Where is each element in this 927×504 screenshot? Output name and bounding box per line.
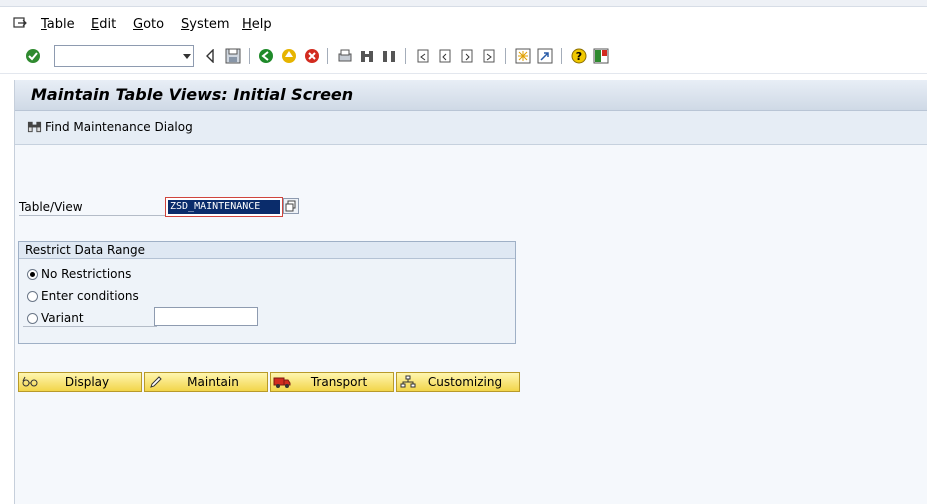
customizing-button[interactable]: Customizing	[396, 372, 520, 392]
toolbar-separator	[249, 48, 250, 64]
radio-no-restrictions[interactable]: No Restrictions	[27, 267, 131, 281]
group-header: Restrict Data Range	[19, 242, 515, 259]
find-icon[interactable]	[358, 47, 376, 65]
help-icon[interactable]: ?	[570, 47, 588, 65]
menu-goto[interactable]: Goto	[133, 17, 164, 32]
previous-page-icon[interactable]	[436, 47, 454, 65]
radio-button[interactable]	[27, 290, 38, 302]
find-maintenance-dialog-label: Find Maintenance Dialog	[45, 119, 193, 134]
radio-label: No Restrictions	[41, 267, 132, 281]
value-help-icon	[285, 200, 296, 212]
display-button[interactable]: Display	[18, 372, 142, 392]
display-label: Display	[64, 375, 110, 389]
title-bar: Maintain Table Views: Initial Screen	[15, 80, 927, 111]
next-page-icon[interactable]	[458, 47, 476, 65]
toolbar-separator	[405, 48, 406, 64]
radio-button[interactable]	[27, 268, 38, 280]
menu-edit[interactable]: Edit	[91, 17, 116, 32]
menu-help[interactable]: Help	[242, 17, 272, 32]
collapse-arrow-icon[interactable]	[201, 47, 219, 65]
print-icon[interactable]	[336, 47, 354, 65]
toolbar-separator	[327, 48, 328, 64]
window-top-border	[0, 0, 927, 7]
restrict-data-range-group: Restrict Data Range No Restrictions Ente…	[18, 241, 516, 344]
table-view-input[interactable]: ZSD_MAINTENANCE	[165, 197, 283, 217]
back-icon[interactable]	[257, 47, 275, 65]
layout-menu-icon[interactable]	[592, 47, 610, 65]
table-view-label: Table/View	[19, 200, 83, 214]
save-icon[interactable]	[224, 47, 242, 65]
last-page-icon[interactable]	[480, 47, 498, 65]
truck-icon	[273, 374, 291, 390]
main-content: Maintain Table Views: Initial Screen Fin…	[14, 80, 927, 504]
glasses-icon	[21, 374, 39, 390]
find-maintenance-dialog-button[interactable]: Find Maintenance Dialog	[27, 119, 193, 134]
page-title: Maintain Table Views: Initial Screen	[31, 85, 354, 104]
application-toolbar: Find Maintenance Dialog	[15, 111, 927, 145]
maintain-label: Maintain	[187, 375, 239, 389]
table-view-value: ZSD_MAINTENANCE	[168, 200, 280, 214]
maintain-button[interactable]: Maintain	[144, 372, 268, 392]
exit-icon[interactable]	[280, 47, 298, 65]
menu-system[interactable]: System	[181, 17, 230, 32]
binoculars-icon	[27, 121, 42, 133]
chevron-down-icon[interactable]	[183, 54, 191, 59]
radio-variant[interactable]: Variant	[27, 311, 84, 325]
create-session-icon[interactable]	[514, 47, 532, 65]
shortcut-icon[interactable]	[536, 47, 554, 65]
label-underline	[19, 215, 165, 216]
customizing-label: Customizing	[427, 375, 503, 389]
transport-button[interactable]: Transport	[270, 372, 394, 392]
toolbar-separator	[561, 48, 562, 64]
value-help-button[interactable]	[283, 198, 299, 214]
radio-enter-conditions[interactable]: Enter conditions	[27, 289, 139, 303]
transport-label: Transport	[310, 375, 368, 389]
command-input[interactable]	[57, 47, 179, 67]
first-page-icon[interactable]	[414, 47, 432, 65]
command-field[interactable]	[54, 45, 194, 67]
hierarchy-icon	[399, 374, 417, 390]
pencil-icon	[147, 374, 165, 390]
radio-label: Enter conditions	[41, 289, 139, 303]
find-next-icon[interactable]	[380, 47, 398, 65]
standard-toolbar: ?	[0, 41, 927, 74]
enter-check-icon[interactable]	[24, 47, 42, 65]
radio-button[interactable]	[27, 312, 38, 324]
label-underline	[23, 326, 157, 327]
toolbar-separator	[505, 48, 506, 64]
radio-label: Variant	[41, 311, 84, 325]
menubar: Table Edit Goto System Help	[0, 7, 927, 41]
system-menu-icon[interactable]	[13, 17, 27, 29]
menu-table[interactable]: Table	[41, 17, 75, 32]
variant-input[interactable]	[154, 307, 258, 326]
svg-text:?: ?	[576, 50, 582, 63]
cancel-icon[interactable]	[303, 47, 321, 65]
